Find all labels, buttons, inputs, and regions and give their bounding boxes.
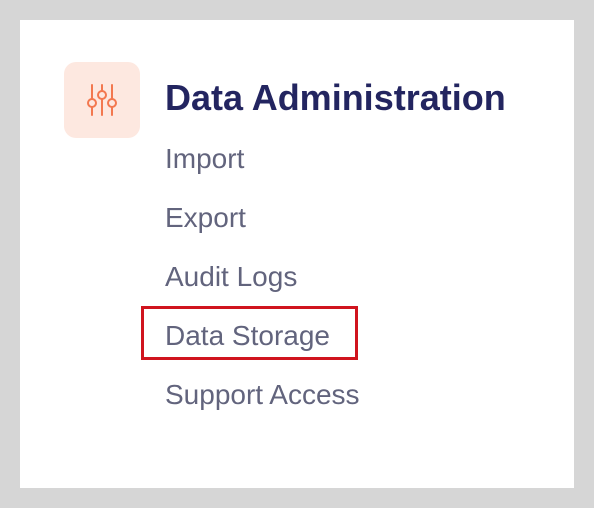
data-admin-menu: Import Export Audit Logs Data Storage Su…: [165, 138, 360, 433]
menu-item-export[interactable]: Export: [165, 197, 360, 256]
menu-item-audit-logs[interactable]: Audit Logs: [165, 256, 360, 315]
menu-item-support-access[interactable]: Support Access: [165, 374, 360, 433]
section-icon-tile: [64, 62, 140, 138]
data-administration-panel: Data Administration Import Export Audit …: [20, 20, 574, 488]
menu-item-data-storage[interactable]: Data Storage: [165, 315, 360, 374]
sliders-icon: [87, 84, 117, 116]
menu-item-import[interactable]: Import: [165, 138, 360, 197]
section-title: Data Administration: [165, 77, 506, 118]
